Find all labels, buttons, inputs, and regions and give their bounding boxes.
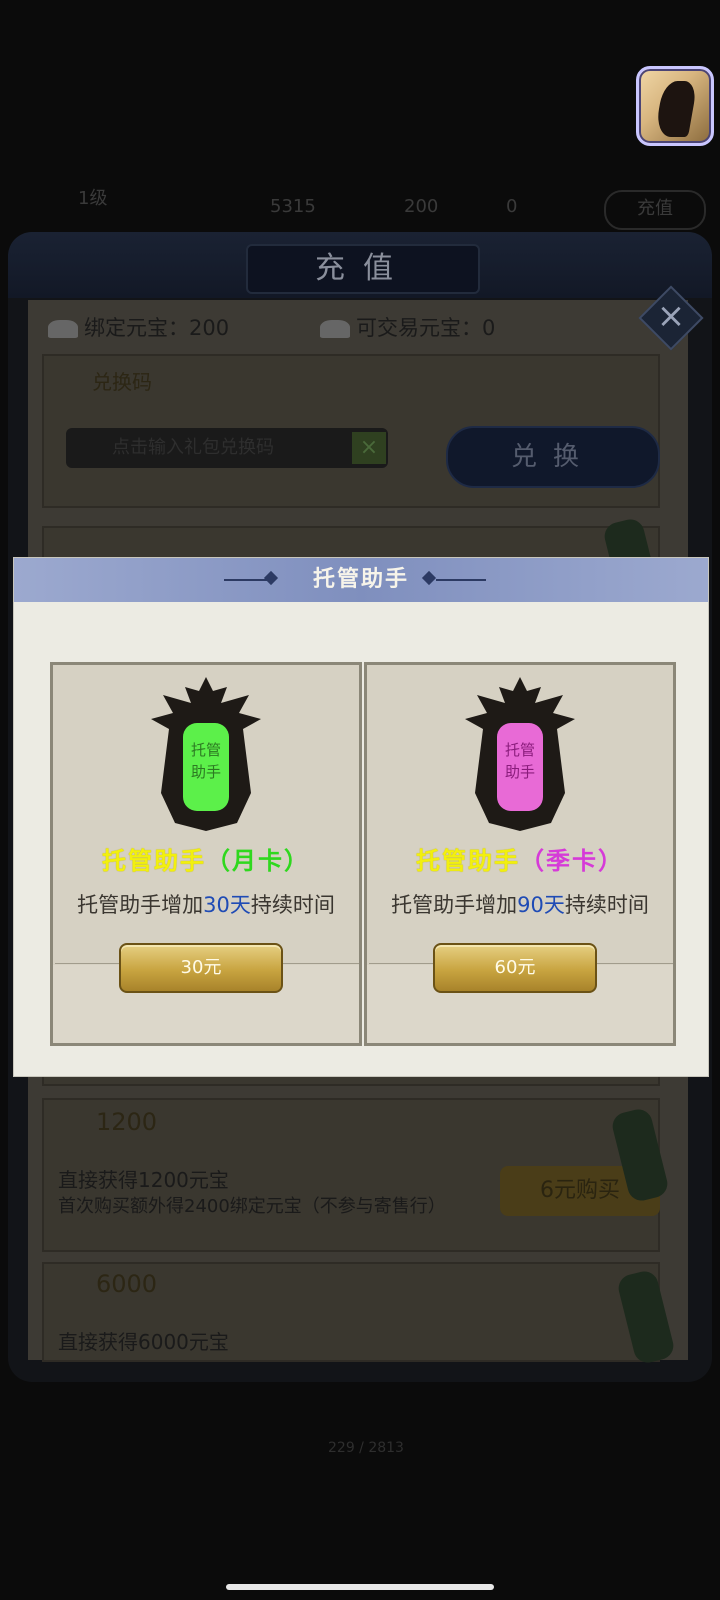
card-type-label: （季卡）: [520, 847, 624, 875]
desc-prefix: 托管助手增加: [77, 893, 204, 917]
background-stat-1: 5315: [270, 196, 316, 217]
background-stat-3: 0: [506, 196, 518, 217]
bound-ingot-label: 绑定元宝：200: [84, 316, 230, 340]
background-level: 1级: [78, 188, 108, 209]
background-code-title: 兑换码: [92, 370, 152, 394]
svg-text:托管: 托管: [505, 741, 535, 759]
quarterly-card[interactable]: 托管 助手 托管助手（季卡） 托管助手增加90天持续时间 60元: [364, 662, 676, 1046]
desc-suffix: 持续时间: [250, 893, 335, 917]
desc-duration: 30天: [203, 893, 251, 917]
offer-1200-line1: 直接获得1200元宝: [58, 1168, 229, 1192]
background-bound-ingot: 绑定元宝：200: [48, 312, 229, 342]
character-avatar[interactable]: [636, 66, 714, 146]
modal-header: 托管助手: [14, 558, 708, 602]
desc-duration: 90天: [517, 893, 565, 917]
ingot-icon: [48, 320, 78, 338]
svg-text:助手: 助手: [191, 763, 221, 781]
background-recharge-button: 充值: [604, 190, 706, 230]
monthly-card-buy-button[interactable]: 30元: [119, 943, 283, 993]
card-name-label: 托管助手: [416, 847, 520, 875]
home-indicator[interactable]: [226, 1584, 494, 1590]
close-icon: ×: [656, 296, 686, 336]
quarterly-card-description: 托管助手增加90天持续时间: [367, 889, 673, 919]
clear-icon: ×: [352, 432, 386, 464]
desc-prefix: 托管助手增加: [391, 893, 518, 917]
background-redeem-button: 兑换: [446, 426, 660, 488]
card-name-label: 托管助手: [102, 847, 206, 875]
quarterly-card-name: 托管助手（季卡）: [367, 841, 673, 876]
background-stat-2: 200: [404, 196, 439, 217]
background-tradable-ingot: 可交易元宝：0: [320, 312, 495, 342]
monthly-card-description: 托管助手增加30天持续时间: [53, 889, 359, 919]
assistant-emblem-icon: 托管 助手: [151, 677, 261, 831]
offer-1200-amount: 1200: [96, 1108, 158, 1136]
background-panel-title: 充值: [246, 244, 480, 294]
ingot-icon: [320, 320, 350, 338]
svg-text:助手: 助手: [505, 763, 535, 781]
background-code-input: 点击输入礼包兑换码: [66, 428, 388, 468]
offer-6000-line1: 直接获得6000元宝: [58, 1330, 229, 1354]
monthly-card[interactable]: 托管 助手 托管助手（月卡） 托管助手增加30天持续时间 30元: [50, 662, 362, 1046]
svg-text:托管: 托管: [191, 741, 221, 759]
offer-6000-amount: 6000: [96, 1270, 158, 1298]
offer-1200-line2: 首次购买额外得2400绑定元宝（不参与寄售行）: [58, 1196, 446, 1217]
monthly-card-name: 托管助手（月卡）: [53, 841, 359, 876]
modal-title: 托管助手: [312, 567, 409, 592]
card-type-label: （月卡）: [206, 847, 310, 875]
background-progress: 229 / 2813: [328, 1440, 404, 1456]
character-figure: [654, 81, 698, 137]
assistant-emblem-icon: 托管 助手: [465, 677, 575, 831]
quarterly-card-buy-button[interactable]: 60元: [433, 943, 597, 993]
tradable-ingot-label: 可交易元宝：0: [356, 316, 496, 340]
desc-suffix: 持续时间: [564, 893, 649, 917]
